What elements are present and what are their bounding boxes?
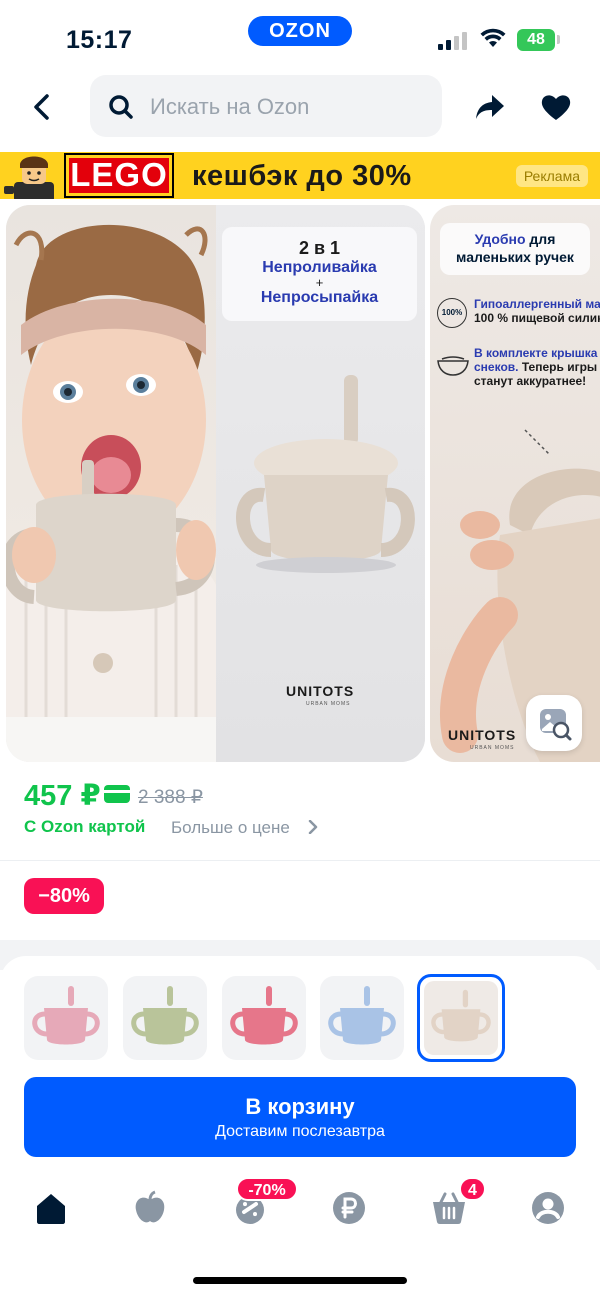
slide2-feature1-rest: 100 % пищевой силик: [474, 311, 600, 325]
top-header: Искать на Ozon: [0, 74, 600, 138]
slide2-title-rest: для: [525, 231, 556, 247]
fresh-icon[interactable]: [132, 1190, 168, 1226]
home-indicator: [193, 1277, 407, 1284]
battery-tip: [557, 35, 560, 44]
slide2-feature1-blue: Гипоаллергенный ма: [474, 297, 600, 311]
cup-thumbnail-icon: [431, 989, 491, 1042]
slide2-brand: UNITOTS: [448, 727, 517, 743]
slide2-feature1: Гипоаллергенный ма 100 % пищевой силик: [474, 297, 600, 325]
variant-swatch[interactable]: [24, 976, 108, 1060]
ad-label: Реклама: [515, 165, 588, 187]
slide1-brand-sub: URBAN MOMS: [306, 701, 351, 707]
tab-bar: [0, 1170, 600, 1250]
slide2-feature2-blue: В комплекте крышка: [474, 346, 598, 360]
visual-search-button[interactable]: [526, 695, 582, 751]
battery-indicator: 48: [517, 29, 555, 51]
gallery-slide-1[interactable]: 2 в 1 Непроливайка + Непросыпайка UNITOT…: [6, 205, 425, 762]
cup-thumbnail-icon: [131, 986, 199, 1045]
search-input[interactable]: Искать на Ozon: [90, 75, 442, 137]
variant-swatch-selected[interactable]: [417, 974, 505, 1062]
cell-signal-icon: [438, 32, 468, 50]
slide1-title: 2 в 1: [298, 238, 341, 258]
ozon-card-icon: [104, 785, 130, 803]
slide1-line1: Непроливайка: [262, 259, 377, 276]
ad-banner[interactable]: LEGO кешбэк до 30% Реклама: [0, 152, 600, 199]
banner-text: кешбэк до 30%: [192, 160, 412, 192]
cup-thumbnail-icon: [328, 986, 396, 1045]
slide1-plus: +: [315, 275, 324, 290]
more-about-price-link[interactable]: Больше о цене: [171, 818, 290, 838]
baby-photo: [6, 205, 216, 762]
slide1-line2: Непросыпайка: [260, 289, 379, 306]
home-icon[interactable]: [33, 1190, 69, 1226]
ozon-card-label: С Ozon картой: [24, 817, 146, 836]
cart-button-sublabel: Доставим послезавтра: [215, 1123, 385, 1140]
back-arrow-icon[interactable]: [28, 92, 58, 122]
current-price: 457 ₽: [24, 780, 101, 812]
slide2-feature2-mixed-blue: снеков.: [474, 360, 519, 374]
lego-minifigure-icon: [4, 156, 54, 199]
image-search-icon: [540, 709, 572, 741]
variant-swatch[interactable]: [222, 976, 306, 1060]
variant-swatch[interactable]: [320, 976, 404, 1060]
old-price: 2 388 ₽: [138, 787, 203, 808]
status-bar: 15:17 OZON 48: [0, 0, 600, 70]
divider: [0, 860, 600, 861]
slide2-feature2-mixed-rest: Теперь игры: [518, 360, 598, 374]
wifi-icon: [480, 28, 506, 47]
chevron-right-icon[interactable]: [308, 820, 318, 834]
search-placeholder: Искать на Ozon: [150, 94, 310, 119]
cup-thumbnail-icon: [230, 986, 298, 1045]
share-icon[interactable]: [474, 92, 506, 122]
product-gallery[interactable]: 2 в 1 Непроливайка + Непросыпайка UNITOT…: [0, 205, 600, 763]
gallery-slide-2[interactable]: Удобно для маленьких ручек 100% Гипоалле…: [430, 205, 600, 762]
discount-badge: −80%: [24, 878, 104, 914]
cart-button-label: В корзину: [245, 1094, 355, 1119]
slide2-title-blue: Удобно: [474, 231, 526, 247]
sale-badge: -70%: [236, 1177, 298, 1201]
hypoallergenic-badge-icon: 100%: [437, 298, 467, 328]
search-icon: [109, 95, 133, 119]
slide1-brand: UNITOTS: [286, 683, 355, 699]
heart-icon[interactable]: [540, 92, 572, 122]
color-variants: [24, 974, 524, 1064]
slide1-info-box: 2 в 1 Непроливайка + Непросыпайка: [222, 227, 417, 321]
bowl-icon: [437, 356, 469, 376]
profile-icon[interactable]: [530, 1190, 566, 1226]
add-to-cart-button[interactable]: В корзину Доставим послезавтра: [24, 1077, 576, 1157]
status-time: 15:17: [66, 26, 133, 54]
slide2-title-box: Удобно для маленьких ручек: [440, 223, 590, 275]
cup-thumbnail-icon: [32, 986, 100, 1045]
finance-icon[interactable]: [331, 1190, 367, 1226]
slide2-title-line2: маленьких ручек: [456, 249, 574, 265]
variant-swatch[interactable]: [123, 976, 207, 1060]
ozon-pill[interactable]: OZON: [248, 16, 352, 46]
slide2-brand-sub: URBAN MOMS: [470, 745, 515, 751]
cart-count-badge: 4: [459, 1177, 486, 1201]
slide2-feature2: В комплекте крышка снеков. Теперь игры с…: [474, 346, 597, 388]
slide2-feature2-line3: станут аккуратнее!: [474, 374, 587, 388]
lego-logo: LEGO: [64, 153, 174, 198]
